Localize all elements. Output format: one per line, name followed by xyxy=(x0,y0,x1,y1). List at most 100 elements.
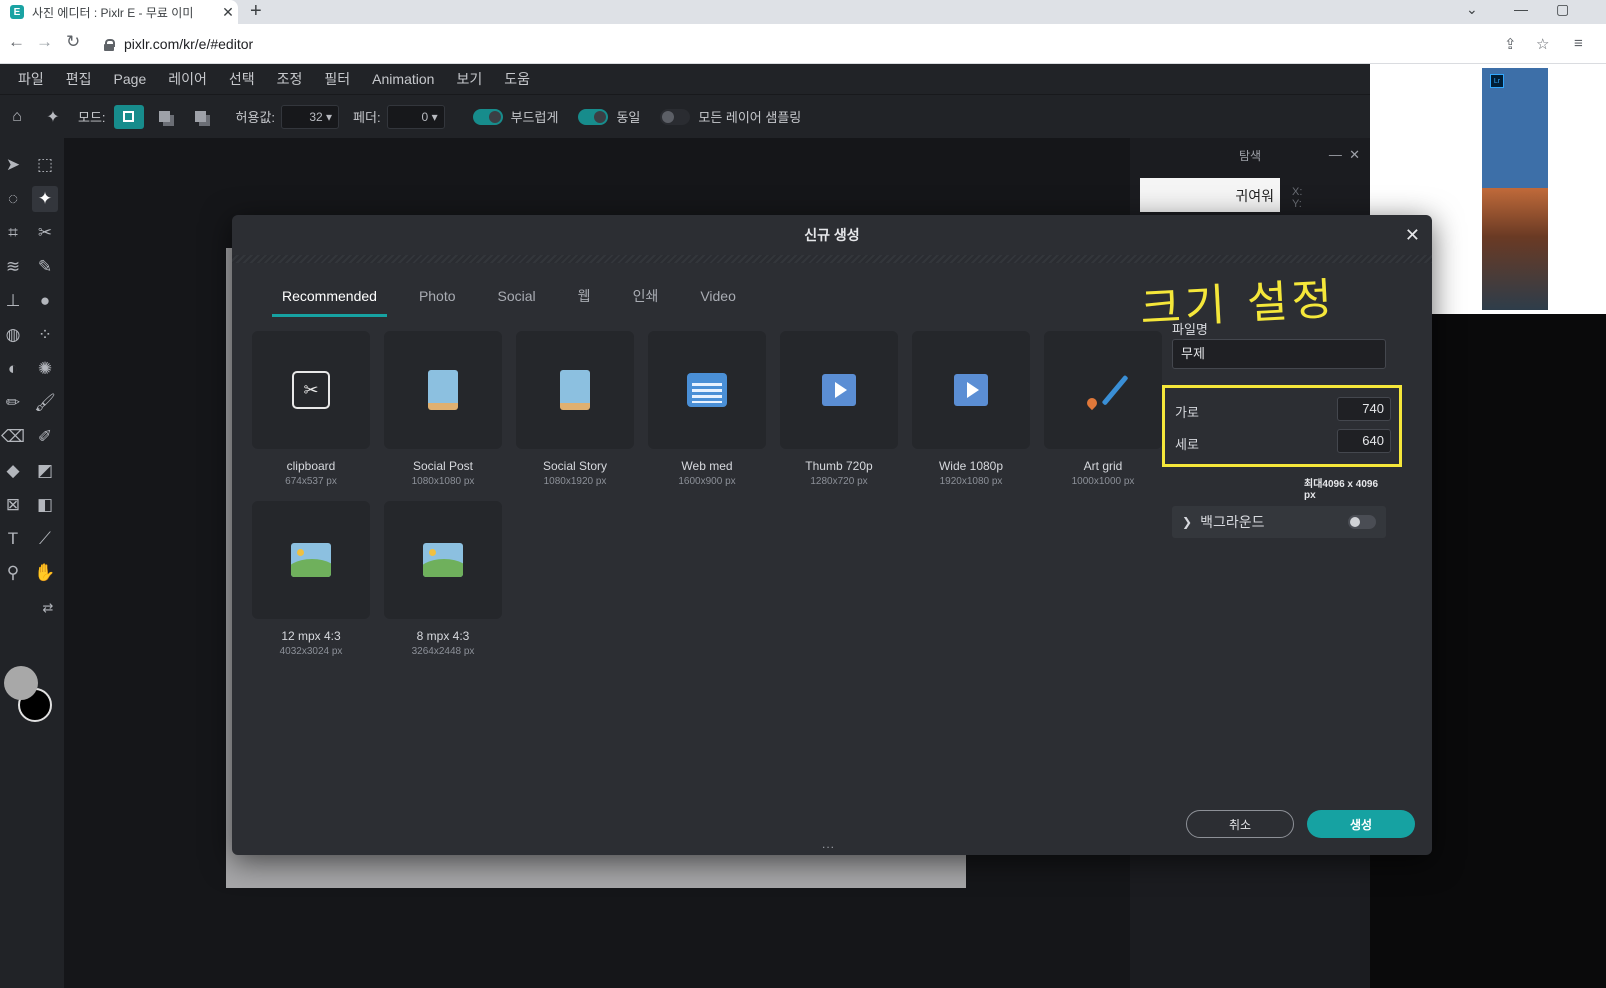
magic-wand-tool-icon[interactable]: ✦ xyxy=(32,186,58,212)
color-replace-tool-icon[interactable]: ✺ xyxy=(32,356,58,382)
forward-arrow-icon[interactable]: → xyxy=(36,32,53,52)
cancel-button[interactable]: 취소 xyxy=(1186,810,1294,838)
sample-all-toggle[interactable] xyxy=(660,108,691,125)
background-toggle[interactable] xyxy=(1348,515,1376,529)
tab-video[interactable]: Video xyxy=(690,283,746,317)
marquee-tool-icon[interactable]: ⬚ xyxy=(32,152,58,178)
preset-tile[interactable]: Art grid 1000x1000 px xyxy=(1044,331,1162,493)
create-button[interactable]: 생성 xyxy=(1307,810,1415,838)
foreground-color-swatch[interactable] xyxy=(4,666,38,700)
preset-tile[interactable]: ✂ clipboard 674x537 px xyxy=(252,331,370,493)
lasso-tool-icon[interactable]: ◌ xyxy=(0,186,26,212)
more-handle[interactable]: ... xyxy=(822,837,835,851)
shape-tool-icon[interactable]: ◧ xyxy=(32,492,58,518)
filename-input[interactable]: 무제 xyxy=(1172,339,1386,369)
square-icon xyxy=(123,111,135,122)
preset-thumb xyxy=(516,331,634,449)
thumbnail-text: 귀여워 xyxy=(1235,189,1274,205)
menu-filter[interactable]: 필터 xyxy=(324,69,350,89)
menu-page[interactable]: Page xyxy=(114,71,147,87)
preset-tile[interactable]: Wide 1080p 1920x1080 px xyxy=(912,331,1030,493)
preset-tile[interactable]: Social Post 1080x1080 px xyxy=(384,331,502,493)
contiguous-toggle[interactable] xyxy=(578,108,609,125)
preset-tile[interactable]: Social Story 1080x1920 px xyxy=(516,331,634,493)
eraser-tool-icon[interactable]: ⌫ xyxy=(0,424,26,450)
menu-help[interactable]: 도움 xyxy=(504,69,530,89)
preset-tile[interactable]: 12 mpx 4:3 4032x3024 px xyxy=(252,501,370,663)
tab-social[interactable]: Social xyxy=(488,283,546,317)
menu-animation[interactable]: Animation xyxy=(372,71,434,87)
mode-add-button[interactable] xyxy=(150,105,180,129)
crop-tool-icon[interactable]: ⌗ xyxy=(0,220,26,246)
feather-input[interactable]: 0 ▾ xyxy=(386,104,445,129)
background-row[interactable]: ❯ 백그라운드 xyxy=(1172,506,1386,538)
back-arrow-icon[interactable]: ← xyxy=(8,32,25,52)
height-input[interactable]: 640 xyxy=(1337,429,1391,453)
dots-tool-icon[interactable]: ⁘ xyxy=(32,322,58,348)
share-icon[interactable]: ⇪ xyxy=(1504,35,1517,53)
preset-name: 12 mpx 4:3 xyxy=(281,629,341,643)
dialog-close-icon[interactable]: ✕ xyxy=(1405,225,1420,246)
home-icon[interactable]: ⌂ xyxy=(6,106,28,128)
text-tool-icon[interactable]: T xyxy=(0,526,26,552)
arrange-tool-icon[interactable]: ➤ xyxy=(0,152,26,178)
star-icon[interactable]: ☆ xyxy=(1536,35,1549,53)
tab-search-icon[interactable]: ⌄ xyxy=(1466,0,1478,24)
tab-photo[interactable]: Photo xyxy=(409,283,466,317)
maximize-icon[interactable]: ▢ xyxy=(1556,0,1569,24)
preset-thumb xyxy=(252,501,370,619)
gradient-tool-icon[interactable]: ◩ xyxy=(32,458,58,484)
dodge-tool-icon[interactable]: ◐ xyxy=(0,356,26,382)
hand-tool-icon[interactable]: ✋ xyxy=(32,560,58,586)
navigator-title: 탐색 xyxy=(1238,148,1262,163)
menu-select[interactable]: 선택 xyxy=(229,69,255,89)
feather-value: 0 xyxy=(421,109,429,124)
preset-name: Social Post xyxy=(412,459,474,473)
mode-new-button[interactable] xyxy=(113,104,144,129)
heal-tool-icon[interactable]: ✎ xyxy=(32,254,58,280)
mode-subtract-button[interactable] xyxy=(186,105,216,129)
eyedropper-tool-icon[interactable]: ⟋ xyxy=(32,526,58,552)
clone-tool-icon[interactable]: ⊥ xyxy=(0,288,26,314)
fill-tool-icon[interactable]: ◆ xyxy=(0,458,26,484)
tolerance-input[interactable]: 32 ▾ xyxy=(281,104,340,129)
lock-icon[interactable] xyxy=(104,38,115,51)
menu-adjust[interactable]: 조정 xyxy=(277,69,303,89)
preset-tile[interactable]: 8 mpx 4:3 3264x2448 px xyxy=(384,501,502,663)
tab-recommended[interactable]: Recommended xyxy=(272,283,387,317)
tab-title: 사진 에디터 : Pixlr E - 무료 이미 xyxy=(32,5,194,20)
width-input[interactable]: 740 xyxy=(1337,397,1391,421)
tab-close-icon[interactable]: ✕ xyxy=(218,4,238,21)
zoom-tool-icon[interactable]: ⚲ xyxy=(0,560,26,586)
menu-edit[interactable]: 편집 xyxy=(66,69,92,89)
brush-tool-icon[interactable]: 🖌 xyxy=(32,390,58,416)
navigator-thumbnail[interactable]: 귀여워 xyxy=(1140,178,1280,212)
browser-tab[interactable]: E 사진 에디터 : Pixlr E - 무료 이미 ✕ xyxy=(0,0,238,24)
smooth-label: 부드럽게 xyxy=(510,110,559,125)
clipboard-icon: ✂ xyxy=(292,371,330,409)
reload-icon[interactable]: ↻ xyxy=(66,32,80,52)
menu-view[interactable]: 보기 xyxy=(456,69,482,89)
tab-print[interactable]: 인쇄 xyxy=(623,283,669,317)
tab-web[interactable]: 웹 xyxy=(568,283,601,317)
navigator-controls[interactable]: — ✕ xyxy=(1329,147,1360,163)
url-field[interactable]: pixlr.com/kr/e/#editor xyxy=(104,30,1534,58)
pencil-tool-icon[interactable]: ✏ xyxy=(0,390,26,416)
swap-colors-icon[interactable]: ⇄ xyxy=(38,598,58,618)
lightroom-logo-icon: Lr xyxy=(1490,74,1504,88)
menu-layer[interactable]: 레이어 xyxy=(168,69,207,89)
smart-brush-tool-icon[interactable]: ✐ xyxy=(32,424,58,450)
menu-file[interactable]: 파일 xyxy=(18,69,44,89)
browser-tab-strip: E 사진 에디터 : Pixlr E - 무료 이미 ✕ + ⌄ — ▢ xyxy=(0,0,1606,24)
blur-tool-icon[interactable]: ● xyxy=(32,288,58,314)
image-placeholder-tool-icon[interactable]: ⊠ xyxy=(0,492,26,518)
reading-list-icon[interactable]: ≡ xyxy=(1574,35,1583,52)
cutout-tool-icon[interactable]: ✂ xyxy=(32,220,58,246)
sponge-tool-icon[interactable]: ◍ xyxy=(0,322,26,348)
smooth-toggle[interactable] xyxy=(472,108,503,125)
new-tab-button[interactable]: + xyxy=(250,0,262,24)
preset-tile[interactable]: Thumb 720p 1280x720 px xyxy=(780,331,898,493)
liquify-tool-icon[interactable]: ≋ xyxy=(0,254,26,280)
minimize-icon[interactable]: — xyxy=(1514,0,1528,24)
preset-tile[interactable]: Web med 1600x900 px xyxy=(648,331,766,493)
